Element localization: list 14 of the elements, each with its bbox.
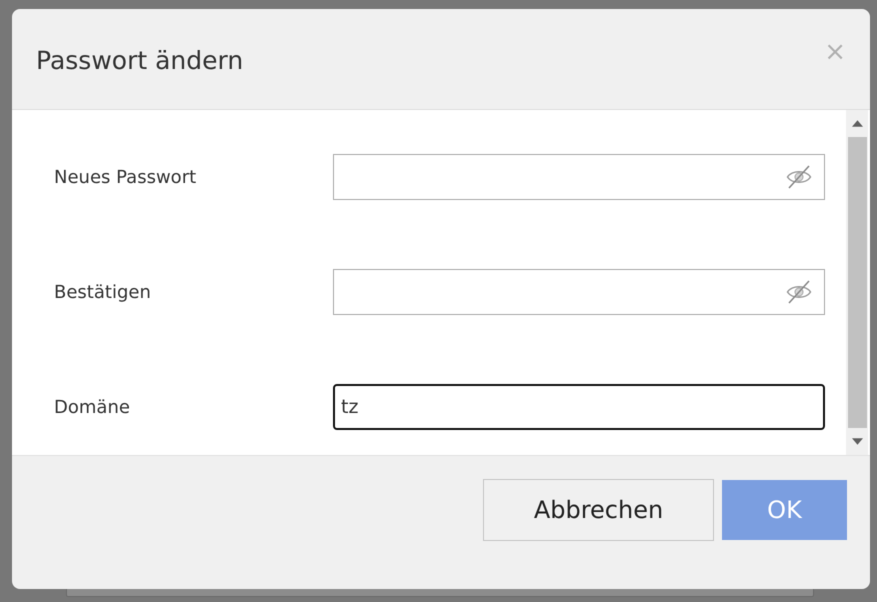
scroll-up-icon[interactable]	[852, 120, 862, 127]
cancel-button[interactable]: Abbrechen	[483, 479, 714, 541]
field-label: Bestätigen	[54, 282, 152, 302]
eye-slash-icon[interactable]	[786, 279, 812, 305]
scrollbar[interactable]	[846, 110, 868, 455]
password-field[interactable]	[333, 154, 825, 200]
scroll-down-icon[interactable]	[852, 438, 862, 445]
eye-slash-icon[interactable]	[786, 164, 812, 190]
scrollbar-thumb[interactable]	[848, 137, 866, 428]
field-label: Neues Passwort	[54, 166, 198, 188]
password-field[interactable]	[333, 269, 825, 315]
field-label: Domäne	[54, 396, 131, 418]
dialog-title: Passwort ändern	[36, 46, 244, 74]
text-field[interactable]: tz	[333, 384, 825, 430]
